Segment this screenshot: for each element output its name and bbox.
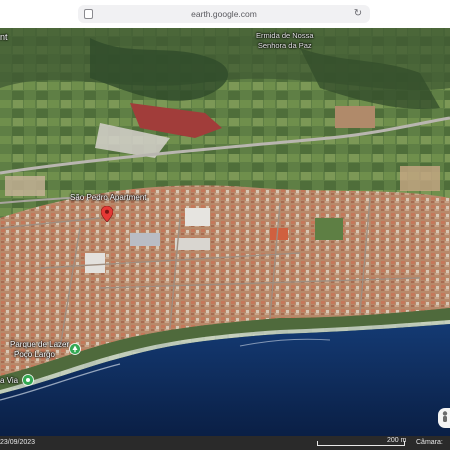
park-pin-icon[interactable] [69,342,81,355]
church-label-line1: Ermida de Nossa [256,31,314,40]
apartment-place-label[interactable]: São Pedro Apartment [70,193,147,203]
via-place-label[interactable]: a Via [0,376,18,386]
browser-toolbar: earth.google.com ↻ [0,0,450,28]
location-title: nt [0,32,8,42]
church-label-line2: Senhora da Paz [257,41,312,50]
satellite-imagery [0,28,450,436]
page-icon [84,9,93,19]
street-view-pegman-icon[interactable] [438,408,450,428]
via-pin-icon[interactable] [22,373,34,386]
park-label-line1: Parque de Lazer [10,340,70,349]
camera-altitude: Câmara: 98 [416,439,443,446]
scale-label: 200 m [387,437,407,444]
earth-map-view[interactable]: nt Ermida de Nossa Senhora da Paz São Pe… [0,28,450,436]
location-pin-icon[interactable] [100,205,114,223]
park-label-line2: Poço Largo [14,350,55,359]
status-bar: 23/09/2023 200 m Câmara: 98 [0,436,450,450]
imagery-date: 23/09/2023 [0,439,36,446]
address-bar[interactable]: earth.google.com ↻ [78,5,370,23]
church-place-label[interactable]: Ermida de Nossa Senhora da Paz [256,31,314,51]
reload-icon[interactable]: ↻ [351,7,365,21]
url-text: earth.google.com [191,9,257,19]
park-place-label[interactable]: Parque de Lazer [10,340,69,350]
